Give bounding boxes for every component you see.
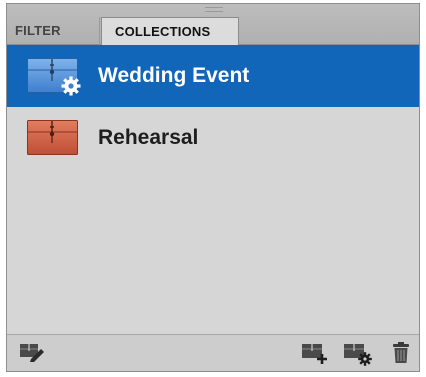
collection-icon: [27, 120, 78, 155]
tab-bar: FILTER COLLECTIONS: [7, 4, 419, 46]
collection-item-rehearsal[interactable]: Rehearsal: [7, 107, 419, 169]
tab-filter[interactable]: FILTER: [7, 17, 100, 45]
trash-icon[interactable]: [391, 341, 411, 365]
new-smart-collection-icon[interactable]: [343, 341, 373, 367]
collections-panel: FILTER COLLECTIONS Wedding Event Rehears…: [6, 3, 420, 372]
edit-collection-icon[interactable]: [19, 341, 45, 363]
collection-name: Wedding Event: [98, 64, 250, 87]
collection-name: Rehearsal: [98, 126, 199, 149]
smart-collection-icon: [27, 58, 81, 96]
collection-item-wedding-event[interactable]: Wedding Event: [7, 45, 419, 107]
panel-grip-handle[interactable]: [205, 7, 223, 12]
tab-collections[interactable]: COLLECTIONS: [101, 17, 239, 46]
collections-list: Wedding Event Rehearsal: [7, 45, 419, 169]
panel-footer-toolbar: [7, 334, 419, 371]
new-collection-icon[interactable]: [301, 341, 329, 365]
